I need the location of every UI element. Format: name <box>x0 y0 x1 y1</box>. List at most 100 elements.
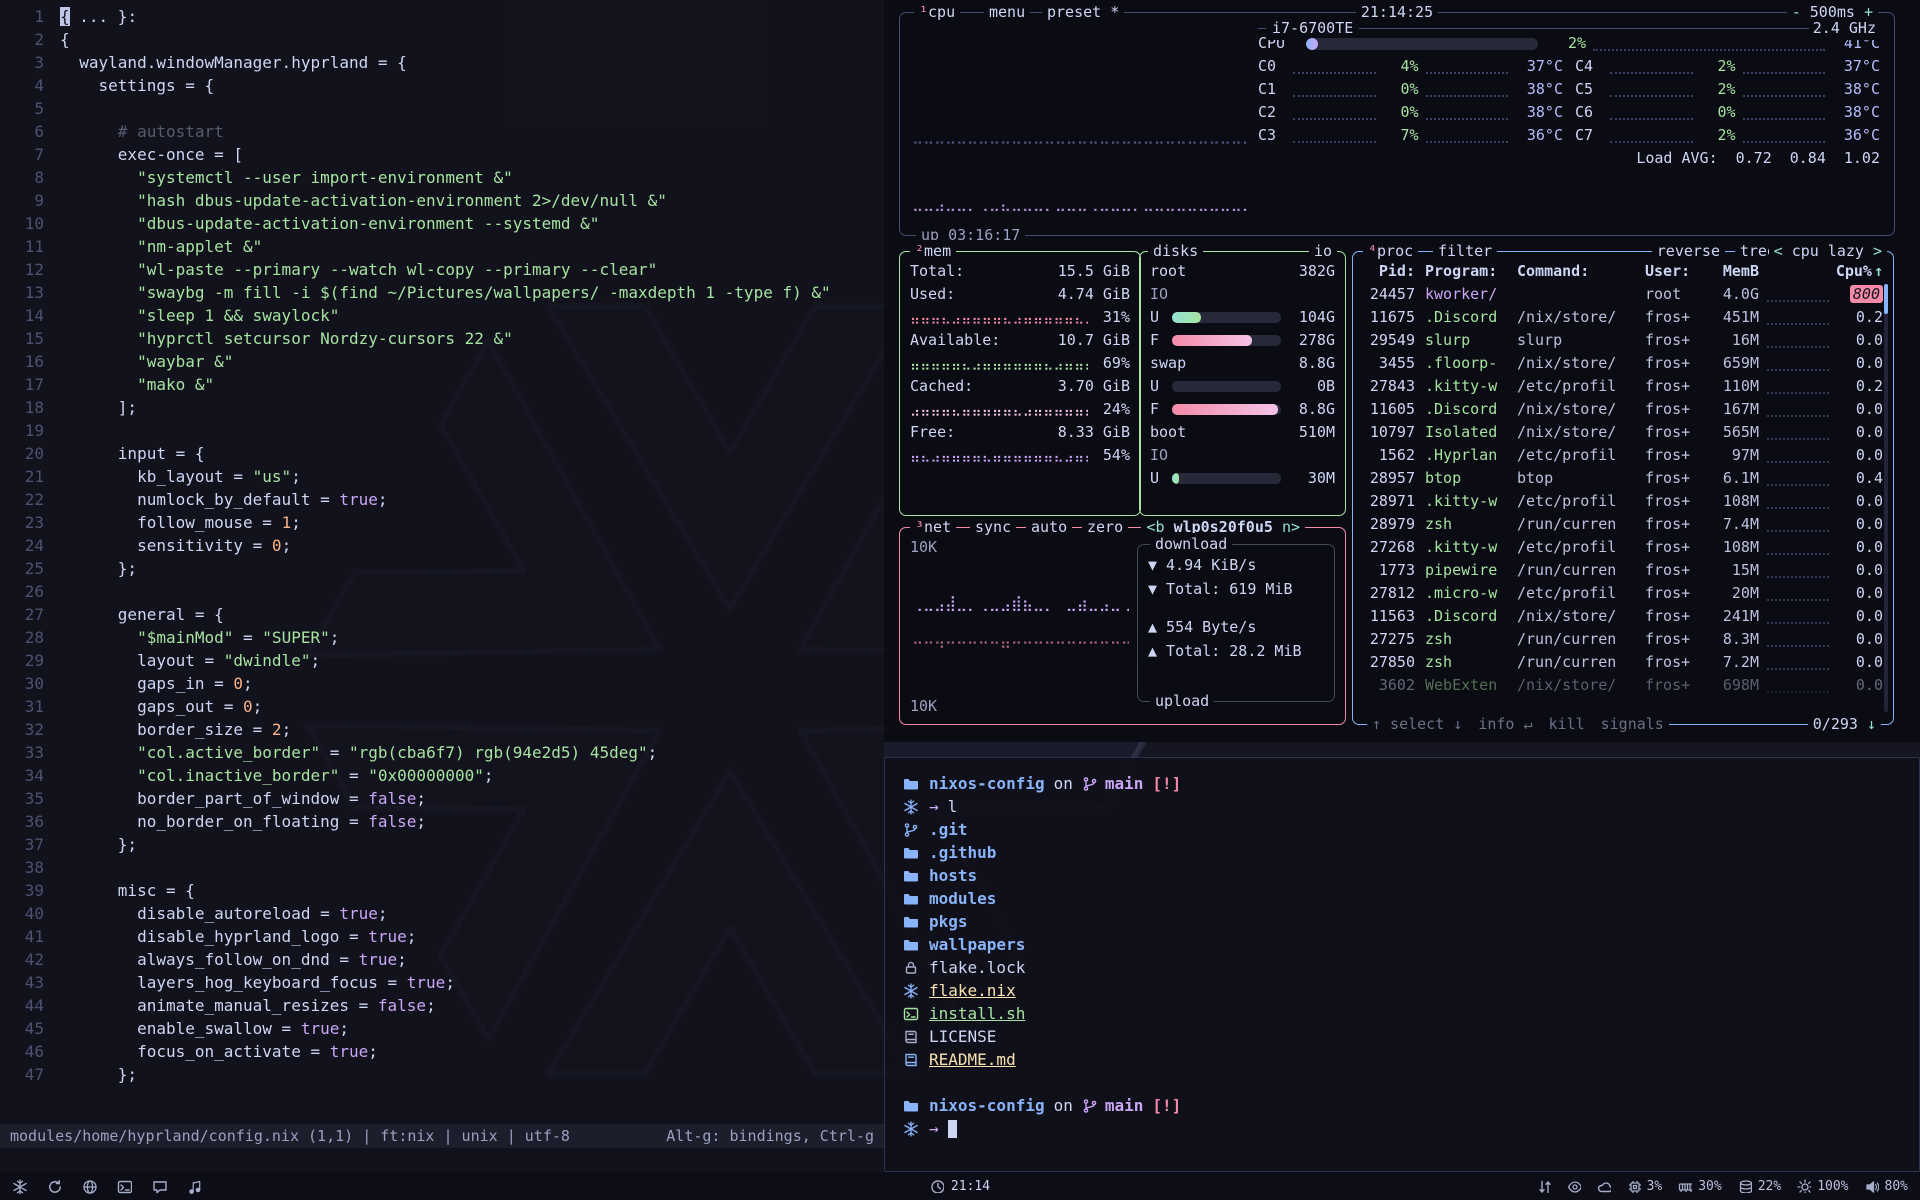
code-line[interactable]: 1{ ... }: <box>0 5 884 28</box>
process-row[interactable]: 11605.Discord/nix/store/fros+167M0.0 <box>1363 398 1883 421</box>
disk-usage-module[interactable]: 22% <box>1738 1179 1781 1194</box>
code-line[interactable]: 16 "waybar &" <box>0 350 884 373</box>
shell-input-line[interactable]: → <box>903 1117 1901 1140</box>
clock-module[interactable]: 21:14 <box>930 1179 990 1194</box>
process-row[interactable]: 3455.floorp-/nix/store/fros+659M0.0 <box>1363 352 1883 375</box>
code-line[interactable]: 32 border_size = 2; <box>0 718 884 741</box>
process-row[interactable]: 28971.kitty-w/etc/profilfros+108M0.0 <box>1363 490 1883 513</box>
brightness-module[interactable]: 100% <box>1797 1179 1848 1194</box>
code-line[interactable]: 46 focus_on_activate = true; <box>0 1040 884 1063</box>
code-line[interactable]: 38 <box>0 856 884 879</box>
network-traffic-icon[interactable] <box>1537 1179 1551 1193</box>
code-line[interactable]: 2{ <box>0 28 884 51</box>
code-line[interactable]: 14 "sleep 1 && swaylock" <box>0 304 884 327</box>
download-graph: ⢀⣀⣠⣼⣀⡀⢀⣀⣠⣾⣦⣀⡀⠀⣀⣴⣀⣠⣀⢀⣀⡀⠀ <box>912 592 1129 615</box>
code-line[interactable]: 24 sensitivity = 0; <box>0 534 884 557</box>
code-line[interactable]: 45 enable_swallow = true; <box>0 1017 884 1040</box>
updates-icon[interactable] <box>47 1179 62 1194</box>
code-line[interactable]: 31 gaps_out = 0; <box>0 695 884 718</box>
memory-usage-module[interactable]: 30% <box>1678 1179 1721 1194</box>
code-line[interactable]: 11 "nm-applet &" <box>0 235 884 258</box>
code-line[interactable]: 42 always_follow_on_dnd = true; <box>0 948 884 971</box>
code-line[interactable]: 12 "wl-paste --primary --watch wl-copy -… <box>0 258 884 281</box>
code-line[interactable]: 15 "hyprctl setcursor Nordzy-cursors 22 … <box>0 327 884 350</box>
code-line[interactable]: 8 "systemctl --user import-environment &… <box>0 166 884 189</box>
process-row[interactable]: 29549slurpslurpfros+16M0.0 <box>1363 329 1883 352</box>
chat-icon[interactable] <box>152 1179 167 1194</box>
process-scrollbar[interactable] <box>1884 284 1888 712</box>
process-row[interactable]: 11675.Discord/nix/store/fros+451M0.2 <box>1363 306 1883 329</box>
code-line[interactable]: 41 disable_hyprland_logo = true; <box>0 925 884 948</box>
code-line[interactable]: 10 "dbus-update-activation-environment -… <box>0 212 884 235</box>
code-line[interactable]: 6 # autostart <box>0 120 884 143</box>
sort-direction-arrow[interactable]: ↑ <box>1874 260 1883 283</box>
code-line[interactable]: 33 "col.active_border" = "rgb(cba6f7) rg… <box>0 741 884 764</box>
code-line[interactable]: 39 misc = { <box>0 879 884 902</box>
menu-button[interactable]: menu <box>984 1 1030 23</box>
code-line[interactable]: 36 no_border_on_floating = false; <box>0 810 884 833</box>
reverse-button[interactable]: reverse <box>1652 240 1725 262</box>
auto-button[interactable]: auto <box>1026 516 1072 538</box>
preset-button[interactable]: preset * <box>1042 1 1124 23</box>
code-line[interactable]: 40 disable_autoreload = true; <box>0 902 884 925</box>
process-row[interactable]: 3602WebExten/nix/store/fros+698M0.0 <box>1363 674 1883 697</box>
code-line[interactable]: 28 "$mainMod" = "SUPER"; <box>0 626 884 649</box>
editor-command-line[interactable] <box>0 1148 884 1172</box>
io-toggle[interactable]: io <box>1309 240 1337 262</box>
launcher-icon[interactable] <box>12 1179 27 1194</box>
process-row[interactable]: 27843.kitty-w/etc/profilfros+110M0.2 <box>1363 375 1883 398</box>
code-line[interactable]: 30 gaps_in = 0; <box>0 672 884 695</box>
code-line[interactable]: 43 layers_hog_keyboard_focus = true; <box>0 971 884 994</box>
code-line[interactable]: 25 }; <box>0 557 884 580</box>
sync-button[interactable]: sync <box>970 516 1016 538</box>
code-line[interactable]: 17 "mako &" <box>0 373 884 396</box>
process-row[interactable]: 27268.kitty-w/etc/profilfros+108M0.0 <box>1363 536 1883 559</box>
sort-mode-selector[interactable]: < cpu lazy > <box>1769 240 1887 262</box>
process-row[interactable]: 28957btopbtopfros+6.1M0.4 <box>1363 467 1883 490</box>
code-line[interactable]: 5 <box>0 97 884 120</box>
code-line[interactable]: 27 general = { <box>0 603 884 626</box>
code-line[interactable]: 34 "col.inactive_border" = "0x00000000"; <box>0 764 884 787</box>
process-row[interactable]: 28979zsh/run/currenfros+7.4M0.0 <box>1363 513 1883 536</box>
process-table-header[interactable]: Pid: Program: Command: User: MemB Cpu% ↑ <box>1363 260 1883 283</box>
music-icon[interactable] <box>187 1179 202 1194</box>
process-row[interactable]: 24457kworker/root4.0G800 <box>1363 283 1883 306</box>
code-line[interactable]: 47 }; <box>0 1063 884 1086</box>
btop-window[interactable]: ¹cpu menu preset * 21:14:25 - 500ms + ⠒⠒… <box>884 0 1920 742</box>
code-line[interactable]: 18 ]; <box>0 396 884 419</box>
process-row[interactable]: 27812.micro-w/etc/profilfros+20M0.0 <box>1363 582 1883 605</box>
code-line[interactable]: 20 input = { <box>0 442 884 465</box>
process-row[interactable]: 1773pipewire/run/currenfros+15M0.0 <box>1363 559 1883 582</box>
cpu-usage-module[interactable]: 3% <box>1627 1179 1663 1194</box>
code-line[interactable]: 26 <box>0 580 884 603</box>
code-line[interactable]: 7 exec-once = [ <box>0 143 884 166</box>
process-row[interactable]: 27275zsh/run/currenfros+8.3M0.0 <box>1363 628 1883 651</box>
terminal-icon[interactable] <box>117 1179 132 1194</box>
code-line[interactable]: 37 }; <box>0 833 884 856</box>
shell-prompt: nixos-config on main [!] <box>903 1094 1901 1117</box>
process-row[interactable]: 27850zsh/run/currenfros+7.2M0.0 <box>1363 651 1883 674</box>
code-line[interactable]: 21 kb_layout = "us"; <box>0 465 884 488</box>
code-line[interactable]: 22 numlock_by_default = true; <box>0 488 884 511</box>
code-line[interactable]: 19 <box>0 419 884 442</box>
code-line[interactable]: 35 border_part_of_window = false; <box>0 787 884 810</box>
idle-inhibitor-icon[interactable] <box>1567 1179 1581 1193</box>
process-row[interactable]: 1562.Hyprlan/etc/profilfros+97M0.0 <box>1363 444 1883 467</box>
process-row[interactable]: 11563.Discord/nix/store/fros+241M0.0 <box>1363 605 1883 628</box>
browser-icon[interactable] <box>82 1179 97 1194</box>
filter-button[interactable]: filter <box>1433 240 1497 262</box>
terminal-window[interactable]: nixos-config on main [!] → l .git.github… <box>884 757 1920 1172</box>
code-line[interactable]: 3 wayland.windowManager.hyprland = { <box>0 51 884 74</box>
code-line[interactable]: 29 layout = "dwindle"; <box>0 649 884 672</box>
volume-module[interactable]: 80% <box>1865 1179 1908 1194</box>
code-line[interactable]: 9 "hash dbus-update-activation-environme… <box>0 189 884 212</box>
code-line[interactable]: 13 "swaybg -m fill -i $(find ~/Pictures/… <box>0 281 884 304</box>
editor-window[interactable]: 1{ ... }:2{3 wayland.windowManager.hyprl… <box>0 0 884 1172</box>
code-line[interactable]: 23 follow_mouse = 1; <box>0 511 884 534</box>
zero-button[interactable]: zero <box>1082 516 1128 538</box>
weather-icon[interactable] <box>1597 1179 1611 1193</box>
code-area[interactable]: 1{ ... }:2{3 wayland.windowManager.hyprl… <box>0 0 884 1124</box>
code-line[interactable]: 4 settings = { <box>0 74 884 97</box>
code-line[interactable]: 44 animate_manual_resizes = false; <box>0 994 884 1017</box>
process-row[interactable]: 10797Isolated/nix/store/fros+565M0.0 <box>1363 421 1883 444</box>
